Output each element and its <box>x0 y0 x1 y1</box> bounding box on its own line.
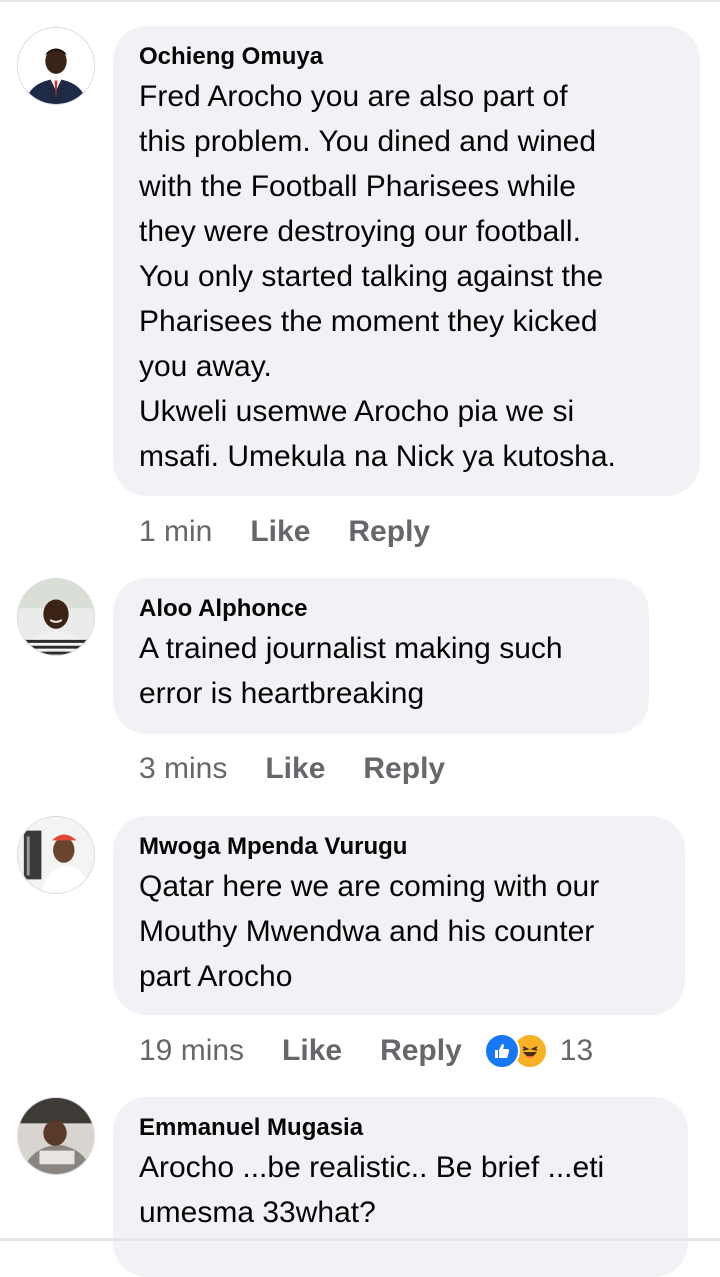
comment-time[interactable]: 3 mins <box>139 749 227 789</box>
comment-time[interactable]: 1 min <box>139 512 212 552</box>
like-button[interactable]: Like <box>282 1031 342 1071</box>
comment-author[interactable]: Ochieng Omuya <box>139 42 674 72</box>
comment-author[interactable]: Mwoga Mpenda Vurugu <box>139 832 659 862</box>
reactions-summary[interactable]: 13 <box>483 1031 594 1071</box>
comment-author[interactable]: Aloo Alphonce <box>139 594 623 624</box>
comment-bubble: Mwoga Mpenda Vurugu Qatar here we are co… <box>113 816 685 1015</box>
comment-bubble: Emmanuel Mugasia Arocho ...be realistic.… <box>113 1097 688 1277</box>
comment-actions: 19 mins Like Reply 13 <box>139 1031 593 1071</box>
avatar[interactable] <box>17 27 95 105</box>
comment-time[interactable]: 19 mins <box>139 1031 244 1071</box>
like-button[interactable]: Like <box>250 512 310 552</box>
comment-text: A trained journalist making such error i… <box>139 632 563 710</box>
avatar-image <box>18 817 94 893</box>
comment-text: Arocho ...be realistic.. Be brief ...eti… <box>139 1151 605 1229</box>
comment-author[interactable]: Emmanuel Mugasia <box>139 1113 662 1143</box>
avatar[interactable] <box>17 578 95 656</box>
reply-button[interactable]: Reply <box>380 1031 462 1071</box>
avatar[interactable] <box>17 816 95 894</box>
comment-text: Qatar here we are coming with our Mouthy… <box>139 870 600 993</box>
avatar-image <box>18 1098 94 1174</box>
comment-bubble: Ochieng Omuya Fred Arocho you are also p… <box>113 26 700 496</box>
comment-bubble: Aloo Alphonce A trained journalist makin… <box>113 578 649 734</box>
reply-button[interactable]: Reply <box>363 749 445 789</box>
avatar[interactable] <box>17 1097 95 1175</box>
comment-text: Fred Arocho you are also part of this pr… <box>139 80 616 473</box>
avatar-image <box>18 28 94 104</box>
reply-button[interactable]: Reply <box>348 512 430 552</box>
like-reaction-icon <box>483 1033 520 1069</box>
reaction-count: 13 <box>559 1034 594 1067</box>
comment-actions: 1 min Like Reply <box>139 512 430 552</box>
like-button[interactable]: Like <box>265 749 325 789</box>
top-divider <box>0 0 720 2</box>
avatar-image <box>18 579 94 655</box>
comment-actions: 3 mins Like Reply <box>139 749 445 789</box>
